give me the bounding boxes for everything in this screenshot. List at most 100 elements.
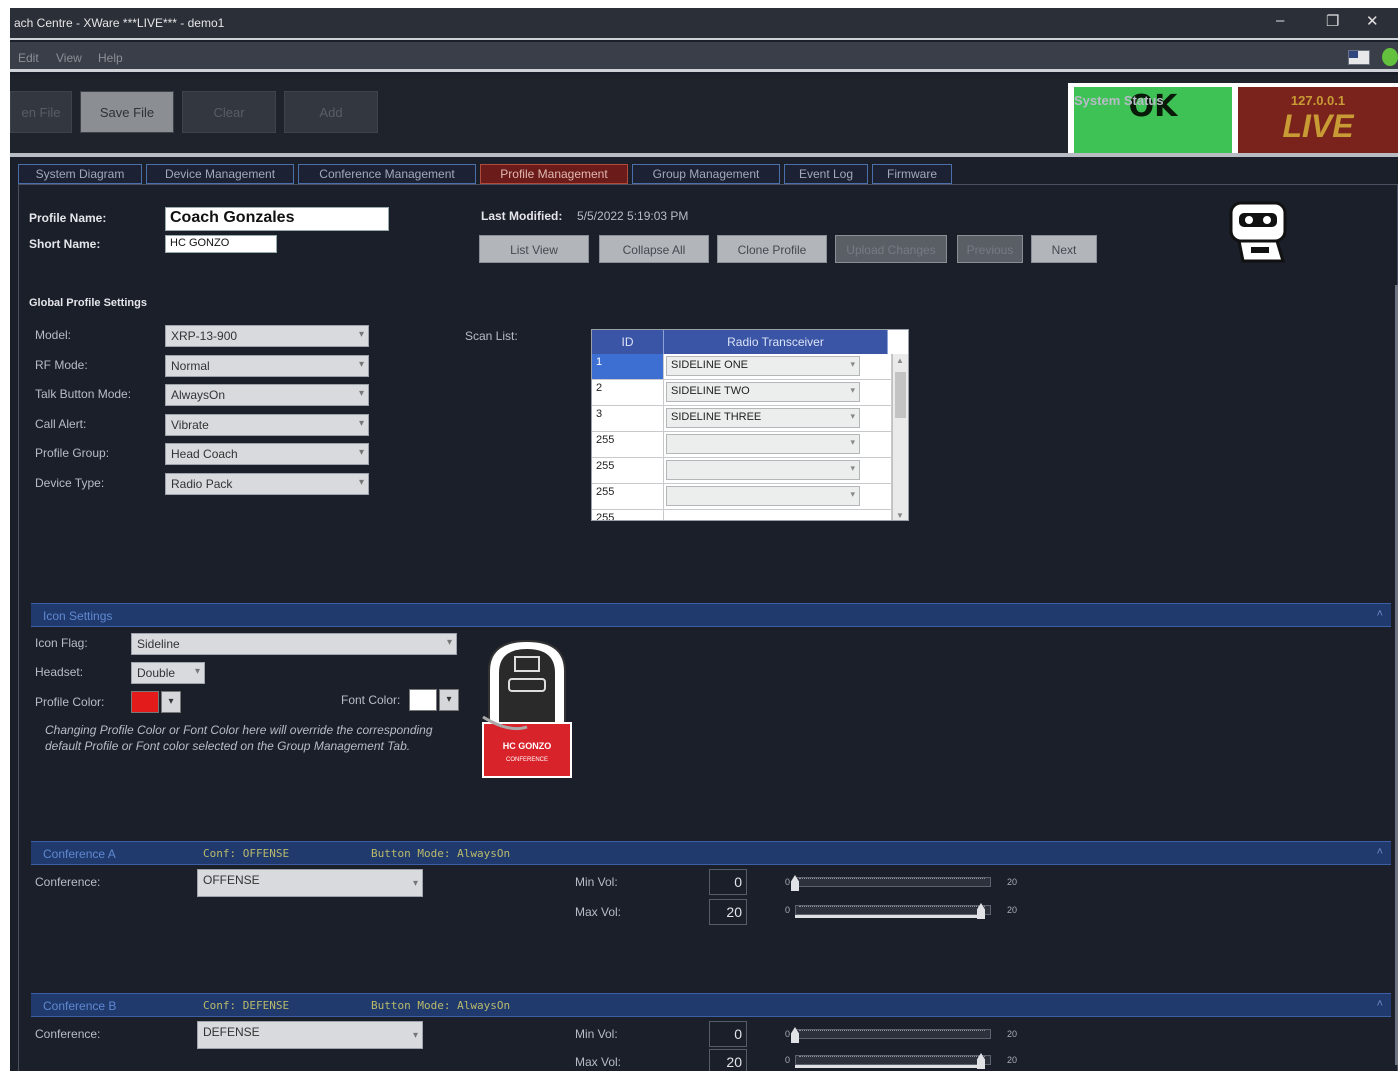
conference-a-header[interactable]: Conference A Conf: OFFENSE Button Mode: … [31, 841, 1391, 865]
clear-button[interactable]: Clear [182, 91, 276, 133]
last-modified-label: Last Modified: [481, 209, 563, 223]
headset-select[interactable]: Double ▾ [131, 662, 205, 684]
table-row-id[interactable]: 255 [592, 458, 664, 484]
table-row-id[interactable]: 1 [592, 354, 664, 380]
table-row-id[interactable]: 2 [592, 380, 664, 406]
conference-a-max-slider[interactable]: 0 20 [785, 901, 1017, 921]
device-type-select[interactable]: Radio Pack ▾ [165, 473, 369, 495]
scroll-down-icon[interactable]: ▼ [896, 511, 904, 520]
live-status: 127.0.0.1 LIVE [1238, 87, 1398, 153]
maximize-button[interactable]: ❐ [1326, 12, 1339, 30]
table-row-id[interactable]: 255 [592, 510, 664, 520]
radio-select[interactable]: ▾ [666, 460, 860, 480]
title-bar: ach Centre - XWare ***LIVE*** - demo1 – … [10, 8, 1398, 40]
chevron-down-icon: ▾ [358, 359, 364, 370]
rf-mode-select[interactable]: Normal ▾ [165, 355, 369, 377]
profile-name-input[interactable]: Coach Gonzales [165, 207, 389, 231]
radio-select[interactable]: ▾ [666, 434, 860, 454]
tab-system-diagram[interactable]: System Diagram [18, 164, 142, 184]
table-row-id[interactable]: 3 [592, 406, 664, 432]
icon-flag-select[interactable]: Sideline ▾ [131, 633, 457, 655]
chevron-down-icon: ▾ [412, 878, 418, 889]
add-button[interactable]: Add [284, 91, 378, 133]
icon-settings-header[interactable]: Icon Settings ˄ [31, 603, 1391, 627]
profile-group-select[interactable]: Head Coach ▾ [165, 443, 369, 465]
clone-profile-button[interactable]: Clone Profile [717, 235, 827, 263]
scroll-up-icon[interactable]: ▲ [896, 356, 904, 365]
rf-mode-label: RF Mode: [35, 358, 88, 372]
conference-b-min-slider[interactable]: 0 20 [785, 1025, 1017, 1045]
radio-select[interactable]: ▾ [666, 486, 860, 506]
grid-header-id: ID [592, 330, 664, 354]
chevron-down-icon: ▾ [446, 637, 452, 648]
slider-min-label: 0 [785, 1055, 791, 1065]
slider-max-label: 20 [1007, 1029, 1018, 1039]
icon-settings-title: Icon Settings [43, 609, 113, 623]
collapse-icon[interactable]: ˄ [1377, 608, 1383, 620]
font-color-dropdown[interactable]: ▾ [439, 689, 459, 711]
conference-a-select[interactable]: OFFENSE ▾ [197, 869, 423, 897]
chevron-down-icon: ▾ [358, 329, 364, 340]
collapse-icon[interactable]: ˄ [1377, 846, 1383, 858]
conference-a-min-slider[interactable]: 0 20 [785, 873, 1017, 893]
list-view-button[interactable]: List View [479, 235, 589, 263]
tab-profile-management[interactable]: Profile Management [480, 164, 628, 184]
table-row: SIDELINE ONE ▾ [664, 354, 892, 380]
short-name-label: Short Name: [29, 237, 101, 251]
grid-scrollbar[interactable]: ▲ ▼ [892, 354, 908, 520]
font-color-swatch[interactable] [409, 689, 437, 711]
talk-button-mode-value: AlwaysOn [171, 388, 226, 402]
radio-select[interactable]: SIDELINE ONE ▾ [666, 356, 860, 376]
next-button[interactable]: Next [1031, 235, 1097, 263]
radio-select[interactable]: SIDELINE THREE ▾ [666, 408, 860, 428]
talk-button-mode-label: Talk Button Mode: [35, 387, 132, 401]
conference-a-max-input[interactable]: 20 [709, 899, 747, 925]
tab-conference-management[interactable]: Conference Management [298, 164, 476, 184]
profile-color-swatch[interactable] [131, 691, 159, 713]
call-alert-label: Call Alert: [35, 417, 87, 431]
collapse-icon[interactable]: ˄ [1377, 998, 1383, 1010]
chevron-down-icon: ▾ [194, 666, 200, 677]
profile-group-label: Profile Group: [35, 446, 110, 460]
upload-changes-button[interactable]: Upload Changes [835, 235, 947, 263]
menu-view[interactable]: View [56, 51, 82, 65]
conference-a-value: OFFENSE [203, 873, 260, 887]
table-row-id[interactable]: 255 [592, 432, 664, 458]
table-row-id[interactable]: 255 [592, 484, 664, 510]
previous-button[interactable]: Previous [957, 235, 1023, 263]
font-color-label: Font Color: [341, 693, 401, 707]
slider-max-label: 20 [1007, 1055, 1018, 1065]
short-name-input[interactable]: HC GONZO [165, 235, 277, 253]
conference-b-max-slider[interactable]: 0 20 [785, 1051, 1017, 1071]
chevron-down-icon: ▾ [850, 437, 855, 447]
conference-b-header[interactable]: Conference B Conf: DEFENSE Button Mode: … [31, 993, 1391, 1017]
tab-event-log[interactable]: Event Log [784, 164, 868, 184]
app-window: ach Centre - XWare ***LIVE*** - demo1 – … [10, 8, 1398, 1071]
minimize-button[interactable]: – [1276, 12, 1284, 29]
menu-edit[interactable]: Edit [18, 51, 39, 65]
chevron-down-icon: ▾ [358, 447, 364, 458]
save-file-button[interactable]: Save File [80, 91, 174, 133]
scroll-thumb[interactable] [895, 372, 906, 418]
menu-help[interactable]: Help [98, 51, 123, 65]
radio-select[interactable]: SIDELINE TWO ▾ [666, 382, 860, 402]
tab-device-management[interactable]: Device Management [146, 164, 294, 184]
conference-b-min-input[interactable]: 0 [709, 1021, 747, 1047]
slider-ticks [799, 878, 985, 883]
model-select[interactable]: XRP-13-900 ▾ [165, 325, 369, 347]
close-button[interactable]: ✕ [1366, 12, 1379, 30]
collapse-all-button[interactable]: Collapse All [599, 235, 709, 263]
tab-firmware[interactable]: Firmware [872, 164, 952, 184]
conference-b-max-input[interactable]: 20 [709, 1049, 747, 1071]
conference-b-select[interactable]: DEFENSE ▾ [197, 1021, 423, 1049]
scan-list-grid: ID Radio Transceiver 1 SIDELINE ONE ▾ 2 S… [591, 329, 909, 521]
profile-color-dropdown[interactable]: ▾ [161, 691, 181, 713]
tab-group-management[interactable]: Group Management [632, 164, 780, 184]
call-alert-select[interactable]: Vibrate ▾ [165, 414, 369, 436]
flag-icon[interactable] [1348, 50, 1370, 65]
open-file-button[interactable]: en File [10, 91, 72, 133]
toolbar-divider [10, 153, 1398, 157]
conference-a-min-input[interactable]: 0 [709, 869, 747, 895]
talk-button-mode-select[interactable]: AlwaysOn ▾ [165, 384, 369, 406]
chevron-down-icon: ▾ [358, 388, 364, 399]
